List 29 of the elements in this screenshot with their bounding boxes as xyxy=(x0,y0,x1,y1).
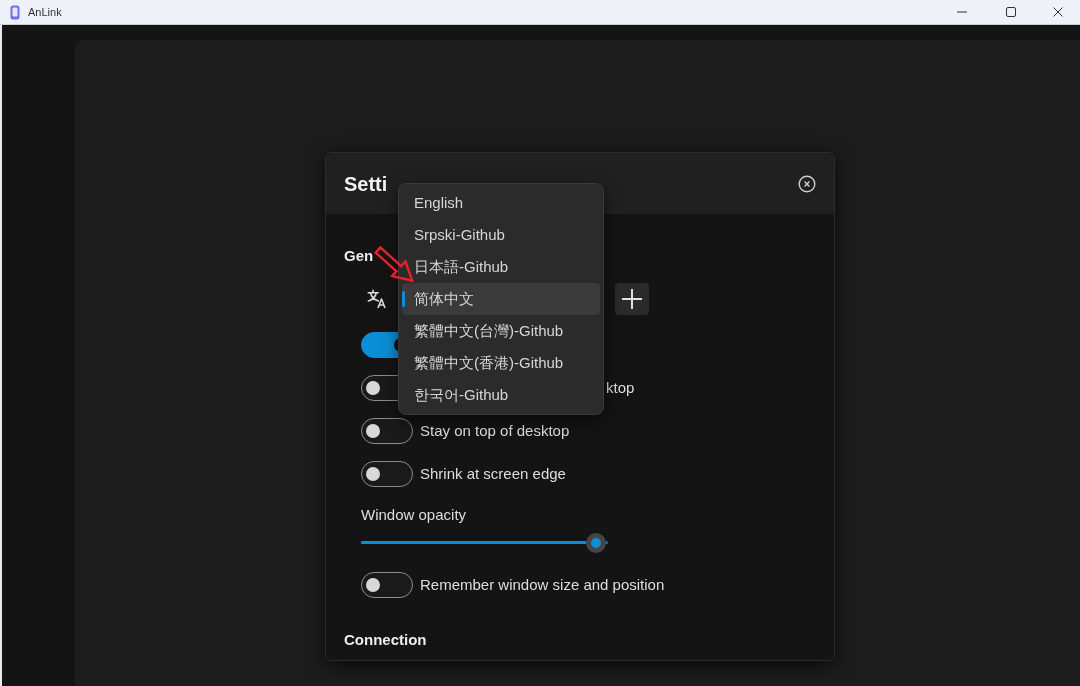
option-label: Remember window size and position xyxy=(420,574,665,595)
translate-icon xyxy=(367,289,387,309)
window-title: AnLink xyxy=(28,5,62,19)
menu-item[interactable]: 繁體中文(香港)-Github xyxy=(402,347,600,379)
phone-icon xyxy=(10,4,20,20)
menu-item[interactable]: 日本語-Github xyxy=(402,251,600,283)
menu-item[interactable]: 繁體中文(台灣)-Github xyxy=(402,315,600,347)
menu-item[interactable]: Srpski-Github xyxy=(402,219,600,251)
menu-item[interactable]: 简体中文 xyxy=(402,283,600,315)
dialog-title: Setti xyxy=(344,171,388,196)
toggle-switch[interactable] xyxy=(361,571,413,598)
section-heading: Gen xyxy=(344,246,374,266)
menu-item[interactable]: English xyxy=(402,187,600,219)
add-button[interactable] xyxy=(615,283,649,315)
close-icon xyxy=(1053,7,1063,17)
slider-thumb[interactable] xyxy=(585,532,606,553)
menu-item[interactable]: 한국어-Github xyxy=(402,379,600,411)
option-label: Shrink at screen edge xyxy=(420,463,566,484)
selection-marker-icon xyxy=(402,291,405,307)
maximize-icon xyxy=(1006,7,1016,17)
option-label: ktop xyxy=(606,377,635,398)
annotation-arrow-icon xyxy=(374,246,414,282)
toggle-switch[interactable] xyxy=(361,417,413,444)
option-label: Stay on top of desktop xyxy=(420,420,570,441)
slider-label: Window opacity xyxy=(361,505,467,525)
close-icon xyxy=(798,174,816,193)
toggle-switch[interactable] xyxy=(361,460,413,487)
section-heading: Connection xyxy=(344,630,427,650)
plus-icon xyxy=(622,289,642,309)
